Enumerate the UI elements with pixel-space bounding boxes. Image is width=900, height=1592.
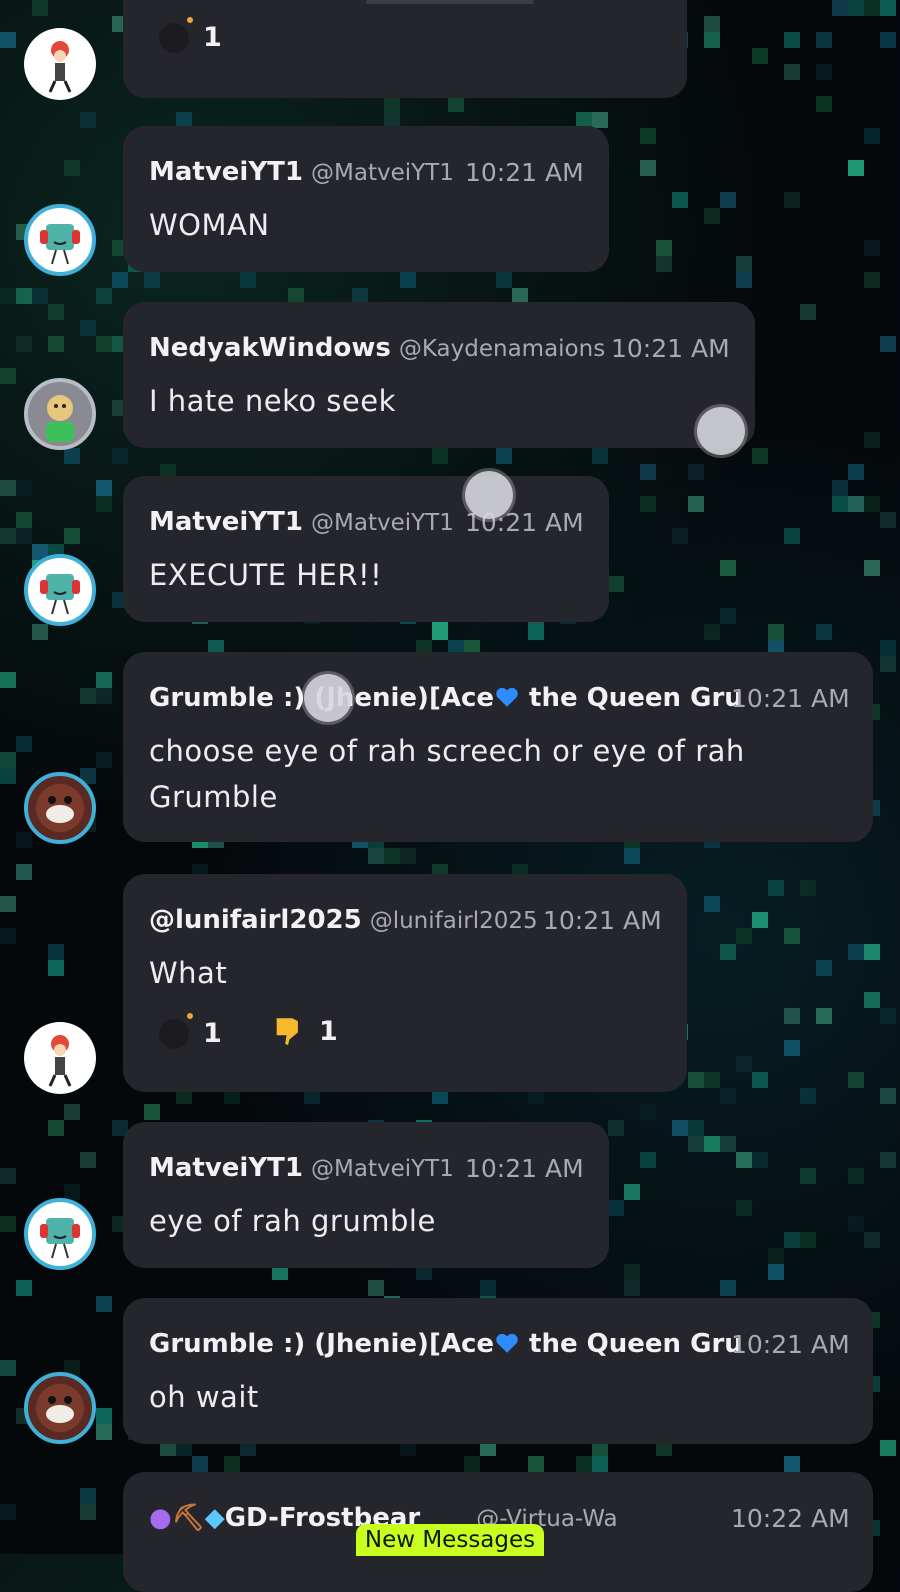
author-handle: @Kaydenamaions [398, 336, 606, 362]
timestamp: 10:21 AM [611, 334, 730, 363]
bomb-icon [159, 1012, 193, 1049]
message-text-line2: Grumble [149, 780, 278, 814]
author-handle: @MatveiYT1 [311, 1156, 454, 1182]
avatar-grumble[interactable] [24, 1372, 96, 1444]
message-bubble[interactable]: Grumble :) (Jhenie)[Ace the Queen Gru 10… [123, 652, 873, 842]
reaction-bomb[interactable]: 1 [159, 1012, 222, 1049]
author-name[interactable]: Grumble :) (Jhenie)[Ace the Queen Gru [149, 1329, 743, 1359]
blue-heart-icon [496, 687, 518, 707]
timestamp: 10:21 AM [465, 158, 584, 187]
avatar-lunifairl[interactable] [24, 1022, 96, 1094]
message-bubble[interactable]: @lunifairl2025 @lunifairl2025 10:21 AM Wh… [123, 874, 687, 1092]
timestamp: 10:21 AM [731, 684, 850, 713]
avatar-nedyak[interactable] [24, 378, 96, 450]
author-handle: @lunifairl2025 [369, 908, 538, 934]
avatar-matvei[interactable] [24, 1198, 96, 1270]
message-bubble[interactable]: 1 [123, 0, 687, 98]
message-bubble[interactable]: Grumble :) (Jhenie)[Ace the Queen Gru 10… [123, 1298, 873, 1444]
timestamp: 10:22 AM [731, 1504, 850, 1533]
diamond-icon: ◆ [204, 1503, 225, 1533]
blue-heart-icon [496, 1333, 518, 1353]
touch-indicator [304, 674, 352, 722]
touch-indicator [465, 471, 513, 519]
new-messages-button[interactable]: New Messages [356, 1524, 544, 1556]
timestamp: 10:21 AM [465, 1154, 584, 1183]
message-bubble[interactable]: MatveiYT1 @MatveiYT1 10:21 AM eye of rah … [123, 1122, 609, 1268]
reaction-bomb[interactable]: 1 [159, 16, 222, 53]
message-bubble[interactable]: MatveiYT1 @MatveiYT1 10:21 AM WOMAN [123, 126, 609, 272]
message-text: I hate neko seek [149, 384, 396, 418]
message-text: EXECUTE HER!! [149, 558, 383, 592]
message-text: WOMAN [149, 208, 270, 242]
author-name[interactable]: @lunifairl2025 [149, 905, 362, 935]
bomb-icon [159, 16, 193, 53]
author-name[interactable]: MatveiYT1 [149, 507, 303, 537]
message-text-line1: choose eye of rah screech or eye of rah [149, 734, 745, 768]
reaction-thumbs-down[interactable]: 1 [271, 1014, 338, 1048]
author-name[interactable]: NedyakWindows [149, 333, 391, 363]
crystal-ball-icon: ● [149, 1503, 172, 1533]
touch-indicator [697, 407, 745, 455]
timestamp: 10:21 AM [543, 906, 662, 935]
pickaxe-icon: ⛏ [171, 1503, 205, 1533]
thumbs-down-icon [276, 1018, 298, 1046]
author-name[interactable]: Grumble :) (Jhenie)[Ace the Queen Gru [149, 683, 743, 713]
avatar-grumble[interactable] [24, 772, 96, 844]
drag-handle[interactable] [366, 0, 534, 4]
avatar-matvei[interactable] [24, 204, 96, 276]
message-bubble[interactable]: MatveiYT1 @MatveiYT1 10:21 AM EXECUTE HER… [123, 476, 609, 622]
message-text: oh wait [149, 1380, 259, 1414]
author-handle: @MatveiYT1 [311, 160, 454, 186]
avatar-lunifairl[interactable] [24, 28, 96, 100]
message-text: eye of rah grumble [149, 1204, 436, 1238]
timestamp: 10:21 AM [731, 1330, 850, 1359]
message-text: What [149, 956, 228, 990]
author-name[interactable]: MatveiYT1 [149, 1153, 303, 1183]
avatar-matvei[interactable] [24, 554, 96, 626]
author-handle: @MatveiYT1 [311, 510, 454, 536]
author-name[interactable]: MatveiYT1 [149, 157, 303, 187]
message-bubble[interactable]: NedyakWindows @Kaydenamaions 10:21 AM I h… [123, 302, 755, 448]
